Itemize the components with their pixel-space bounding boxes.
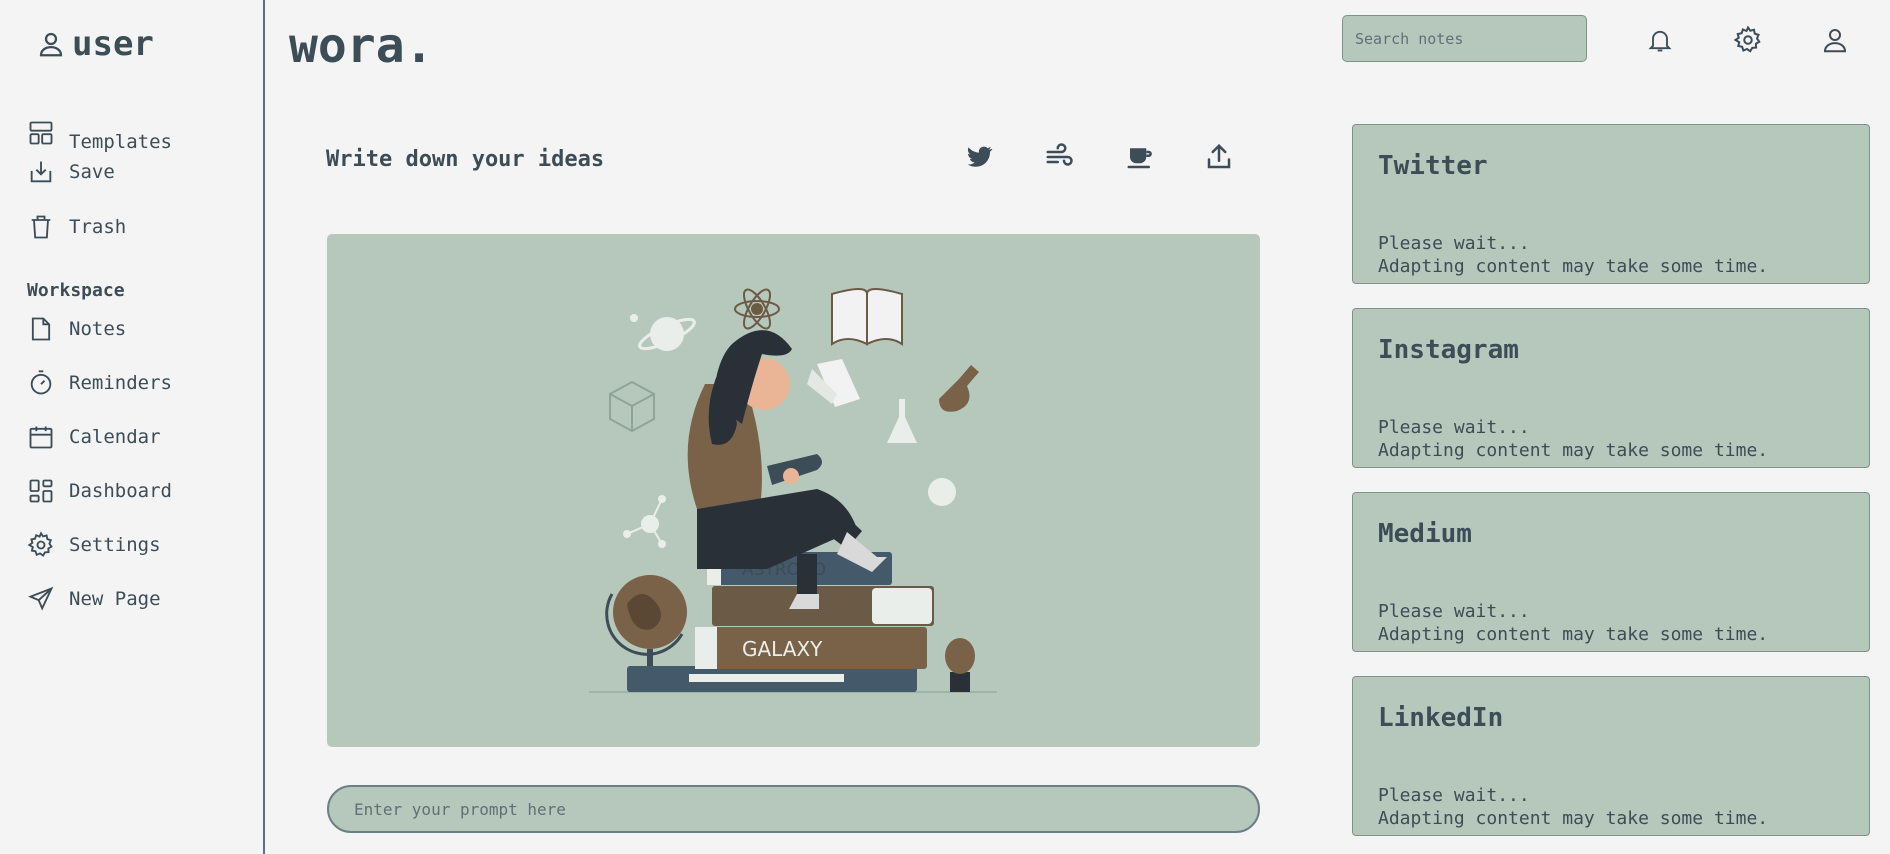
card-title: Instagram — [1378, 335, 1519, 365]
card-linkedin[interactable]: LinkedIn Please wait... Adapting content… — [1352, 676, 1870, 836]
user-name: user — [72, 24, 154, 64]
card-title: LinkedIn — [1378, 703, 1504, 733]
gear-icon[interactable] — [1733, 24, 1763, 56]
wind-icon[interactable] — [1044, 142, 1074, 172]
layout-icon — [27, 119, 55, 147]
card-status: Please wait... — [1378, 785, 1530, 806]
card-twitter[interactable]: Twitter Please wait... Adapting content … — [1352, 124, 1870, 284]
card-status-detail: Adapting content may take some time. — [1378, 440, 1769, 461]
card-status-detail: Adapting content may take some time. — [1378, 256, 1769, 277]
sidebar-item-dashboard[interactable]: Dashboard — [27, 476, 172, 506]
user-icon[interactable] — [1820, 24, 1850, 56]
download-icon — [27, 158, 55, 186]
sidebar-item-label: Dashboard — [69, 480, 172, 502]
hero-illustration: ASTRONO GALAXY — [327, 234, 1260, 747]
reading-girl-illustration: ASTRONO GALAXY — [589, 288, 997, 693]
stopwatch-icon — [27, 368, 55, 398]
prompt-input[interactable] — [327, 785, 1260, 833]
sidebar-item-label: New Page — [69, 588, 161, 610]
upload-icon[interactable] — [1204, 142, 1234, 172]
sidebar-item-label: Reminders — [69, 372, 172, 394]
sidebar-item-notes[interactable]: Notes — [27, 314, 126, 344]
card-medium[interactable]: Medium Please wait... Adapting content m… — [1352, 492, 1870, 652]
sidebar-item-reminders[interactable]: Reminders — [27, 368, 172, 398]
file-icon — [27, 314, 55, 344]
bell-icon[interactable] — [1646, 24, 1674, 56]
sidebar: user Templates Save Trash Workspace Note… — [0, 0, 265, 854]
sidebar-item-templates[interactable]: Templates — [27, 113, 172, 153]
sidebar-item-settings[interactable]: Settings — [27, 530, 161, 560]
sidebar-item-trash[interactable]: Trash — [27, 212, 126, 242]
sidebar-item-new-page[interactable]: New Page — [27, 584, 161, 614]
sidebar-item-label: Settings — [69, 534, 161, 556]
brand-logo[interactable]: wora. — [289, 18, 434, 74]
twitter-icon[interactable] — [964, 142, 994, 172]
search-input[interactable] — [1342, 15, 1587, 62]
book-spine-bottom: GALAXY — [742, 637, 823, 661]
sidebar-item-label: Notes — [69, 318, 127, 340]
card-status: Please wait... — [1378, 233, 1530, 254]
sidebar-item-calendar[interactable]: Calendar — [27, 422, 161, 452]
workspace-heading: Workspace — [27, 280, 125, 301]
calendar-icon — [27, 422, 55, 452]
user-icon — [36, 28, 66, 60]
card-instagram[interactable]: Instagram Please wait... Adapting conten… — [1352, 308, 1870, 468]
coffee-icon[interactable] — [1124, 142, 1156, 172]
card-status-detail: Adapting content may take some time. — [1378, 624, 1769, 645]
sidebar-item-label: Templates — [69, 131, 172, 153]
sidebar-item-label: Calendar — [69, 426, 161, 448]
sidebar-item-label: Trash — [69, 216, 127, 238]
card-title: Medium — [1378, 519, 1472, 549]
dashboard-icon — [27, 476, 55, 506]
trash-icon — [27, 212, 55, 242]
card-status: Please wait... — [1378, 417, 1530, 438]
card-title: Twitter — [1378, 151, 1488, 181]
card-status-detail: Adapting content may take some time. — [1378, 808, 1769, 829]
card-status: Please wait... — [1378, 601, 1530, 622]
gear-icon — [27, 530, 55, 560]
page-title: Write down your ideas — [326, 147, 605, 172]
sidebar-item-save[interactable]: Save — [27, 158, 115, 186]
sidebar-item-label: Save — [69, 161, 115, 183]
user-profile[interactable]: user — [36, 24, 154, 64]
send-icon — [27, 584, 55, 614]
